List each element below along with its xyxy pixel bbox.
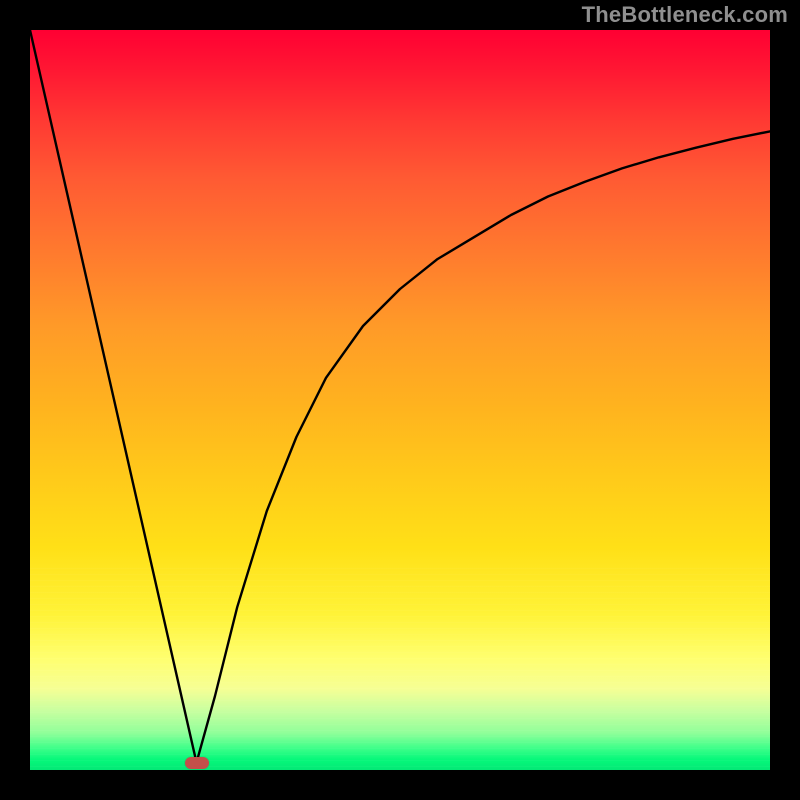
gradient-background	[30, 30, 770, 770]
watermark-text: TheBottleneck.com	[582, 2, 788, 28]
plot-area	[30, 30, 770, 770]
chart-frame: TheBottleneck.com	[0, 0, 800, 800]
min-point-marker	[185, 757, 209, 769]
